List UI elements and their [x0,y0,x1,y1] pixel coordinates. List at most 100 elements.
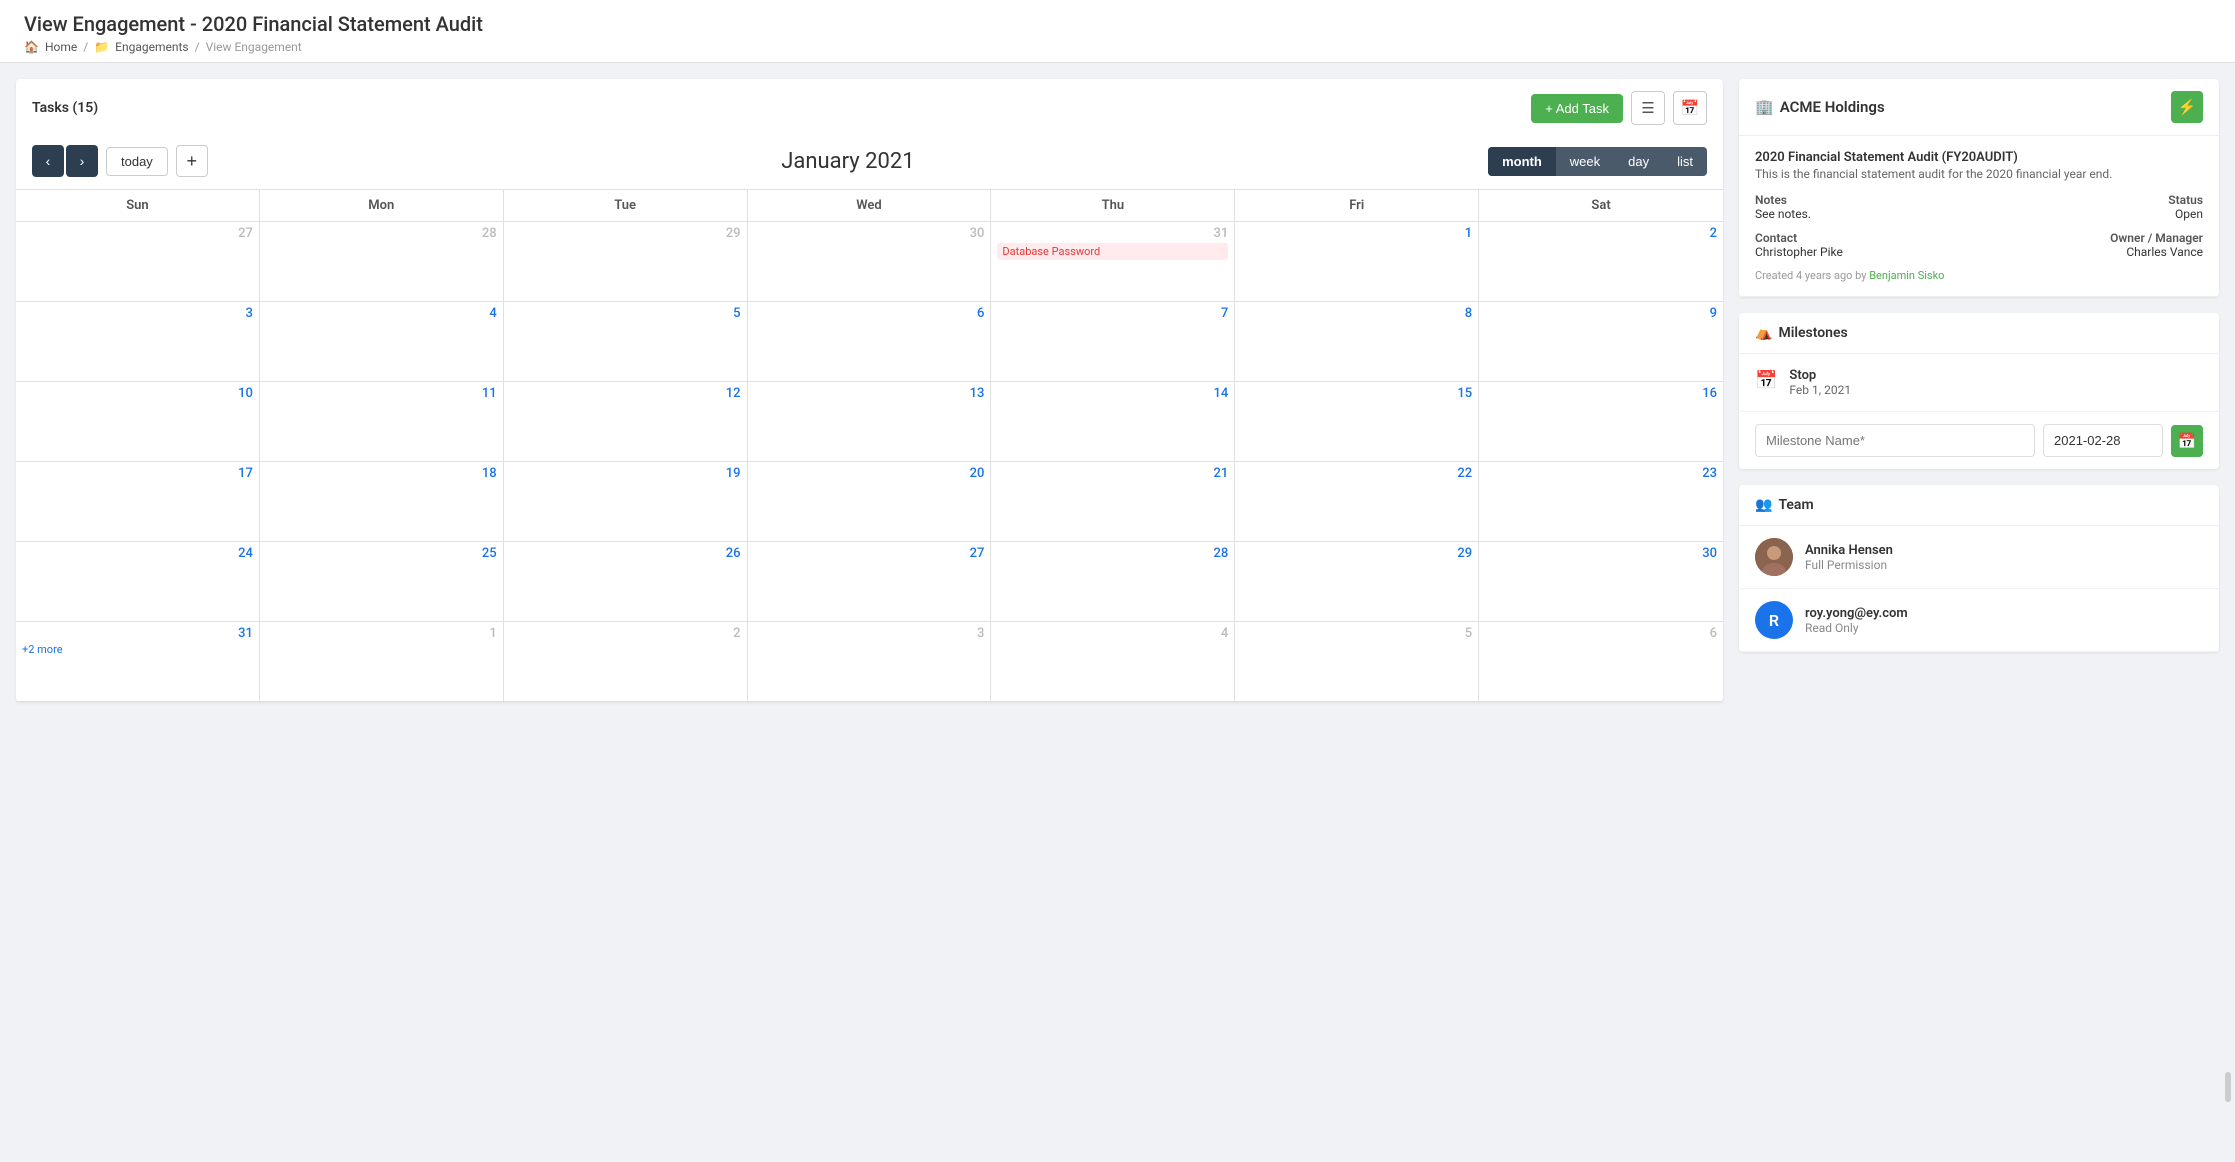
cal-cell-w2d5[interactable]: 15 [1235,382,1479,462]
cal-cell-w0d4[interactable]: 31Database Password [991,222,1235,302]
cal-cell-w4d4[interactable]: 28 [991,542,1235,622]
tasks-header: Tasks (15) + Add Task ☰ 📅 [16,79,1723,137]
page-header: View Engagement - 2020 Financial Stateme… [0,0,2235,63]
contact-row: Contact Christopher Pike Owner / Manager… [1755,231,2203,259]
tasks-title: Tasks (15) [32,100,98,116]
cal-cell-w1d0[interactable]: 3 [16,302,260,382]
cal-cell-w3d4[interactable]: 21 [991,462,1235,542]
milestone-date-input[interactable] [2043,424,2163,457]
breadcrumb-home[interactable]: Home [45,40,77,54]
cal-date: 6 [1485,626,1717,641]
cal-date: 9 [1485,306,1717,321]
prev-button[interactable]: ‹ [32,145,64,177]
avatar-roy: R [1755,601,1793,639]
cal-cell-w4d1[interactable]: 25 [260,542,504,622]
add-task-button[interactable]: + Add Task [1531,94,1623,123]
avatar-annika [1755,538,1793,576]
contact-label: Contact [1755,231,1843,245]
calendar-month-title: January 2021 [216,149,1480,174]
day-view-button[interactable]: day [1614,147,1663,176]
cal-date: 28 [266,226,497,241]
cal-cell-w5d5[interactable]: 5 [1235,622,1479,702]
cal-cell-w1d5[interactable]: 8 [1235,302,1479,382]
add-event-button[interactable]: + [176,145,208,177]
cal-cell-w5d4[interactable]: 4 [991,622,1235,702]
cal-date: 25 [266,546,497,561]
cal-cell-w1d4[interactable]: 7 [991,302,1235,382]
cal-date: 6 [754,306,985,321]
notes-label: Notes [1755,193,1811,207]
right-panel: 🏢 ACME Holdings ⚡ 2020 Financial Stateme… [1739,79,2219,718]
company-card: 🏢 ACME Holdings ⚡ 2020 Financial Stateme… [1739,79,2219,297]
cal-cell-w3d3[interactable]: 20 [748,462,992,542]
milestone-details: Stop Feb 1, 2021 [1789,368,1851,397]
cal-cell-w1d1[interactable]: 4 [260,302,504,382]
cal-cell-w0d0[interactable]: 27 [16,222,260,302]
briefcase-icon: 📁 [94,40,109,54]
cal-cell-w4d3[interactable]: 27 [748,542,992,622]
cal-cell-w0d2[interactable]: 29 [504,222,748,302]
milestone-item: 📅 Stop Feb 1, 2021 [1739,354,2219,412]
member-info-0: Annika Hensen Full Permission [1805,543,1893,572]
cal-cell-w2d2[interactable]: 12 [504,382,748,462]
cal-cell-w3d6[interactable]: 23 [1479,462,1723,542]
list-view-button[interactable]: ☰ [1631,91,1665,125]
milestone-form: 📅 [1739,412,2219,469]
cal-cell-w4d5[interactable]: 29 [1235,542,1479,622]
created-by-link[interactable]: Benjamin Sisko [1869,269,1944,282]
list-view-btn[interactable]: list [1663,147,1707,176]
milestone-name-input[interactable] [1755,424,2035,457]
calendar-view-button[interactable]: 📅 [1673,91,1707,125]
cal-cell-w1d3[interactable]: 6 [748,302,992,382]
breadcrumb-current: View Engagement [206,40,302,54]
cal-cell-w3d0[interactable]: 17 [16,462,260,542]
owner-label: Owner / Manager [2110,231,2203,245]
cal-cell-w0d6[interactable]: 2 [1479,222,1723,302]
cal-date: 21 [997,466,1228,481]
cal-cell-w2d3[interactable]: 13 [748,382,992,462]
scrollbar[interactable] [2225,1072,2231,1102]
today-button[interactable]: today [106,147,168,176]
cal-cell-w4d0[interactable]: 24 [16,542,260,622]
cal-cell-w5d3[interactable]: 3 [748,622,992,702]
cal-cell-w3d5[interactable]: 22 [1235,462,1479,542]
cal-cell-w1d2[interactable]: 5 [504,302,748,382]
next-button[interactable]: › [66,145,98,177]
milestone-add-button[interactable]: 📅 [2171,425,2203,457]
notes-row: Notes See notes. Status Open [1755,193,2203,221]
header-tue: Tue [504,190,748,221]
cal-date: 12 [510,386,741,401]
cal-cell-w5d2[interactable]: 2 [504,622,748,702]
cal-cell-w0d3[interactable]: 30 [748,222,992,302]
status-value: Open [2168,207,2203,221]
cal-date: 10 [22,386,253,401]
cal-cell-w4d2[interactable]: 26 [504,542,748,622]
cal-cell-w5d6[interactable]: 6 [1479,622,1723,702]
cal-cell-w2d1[interactable]: 11 [260,382,504,462]
calendar-nav: ‹ › today + January 2021 month week day … [16,137,1723,189]
cal-cell-w0d1[interactable]: 28 [260,222,504,302]
header-fri: Fri [1235,190,1479,221]
cal-date: 5 [1241,626,1472,641]
cal-cell-w5d0[interactable]: 31+2 more [16,622,260,702]
breadcrumb-engagements[interactable]: Engagements [115,40,188,54]
cal-cell-w0d5[interactable]: 1 [1235,222,1479,302]
cal-more[interactable]: +2 more [22,643,253,656]
cal-cell-w3d2[interactable]: 19 [504,462,748,542]
cal-cell-w4d6[interactable]: 30 [1479,542,1723,622]
cal-cell-w2d4[interactable]: 14 [991,382,1235,462]
tasks-card: Tasks (15) + Add Task ☰ 📅 ‹ › today + Ja… [16,79,1723,702]
week-view-button[interactable]: week [1556,147,1614,176]
cal-cell-w1d6[interactable]: 9 [1479,302,1723,382]
cal-cell-w2d6[interactable]: 16 [1479,382,1723,462]
month-view-button[interactable]: month [1488,147,1556,176]
cal-date: 27 [754,546,985,561]
cal-event[interactable]: Database Password [997,243,1228,260]
company-action-button[interactable]: ⚡ [2171,91,2203,123]
left-panel: Tasks (15) + Add Task ☰ 📅 ‹ › today + Ja… [16,79,1723,718]
cal-cell-w2d0[interactable]: 10 [16,382,260,462]
cal-cell-w5d1[interactable]: 1 [260,622,504,702]
cal-date: 2 [510,626,741,641]
cal-cell-w3d1[interactable]: 18 [260,462,504,542]
cal-date: 29 [1241,546,1472,561]
